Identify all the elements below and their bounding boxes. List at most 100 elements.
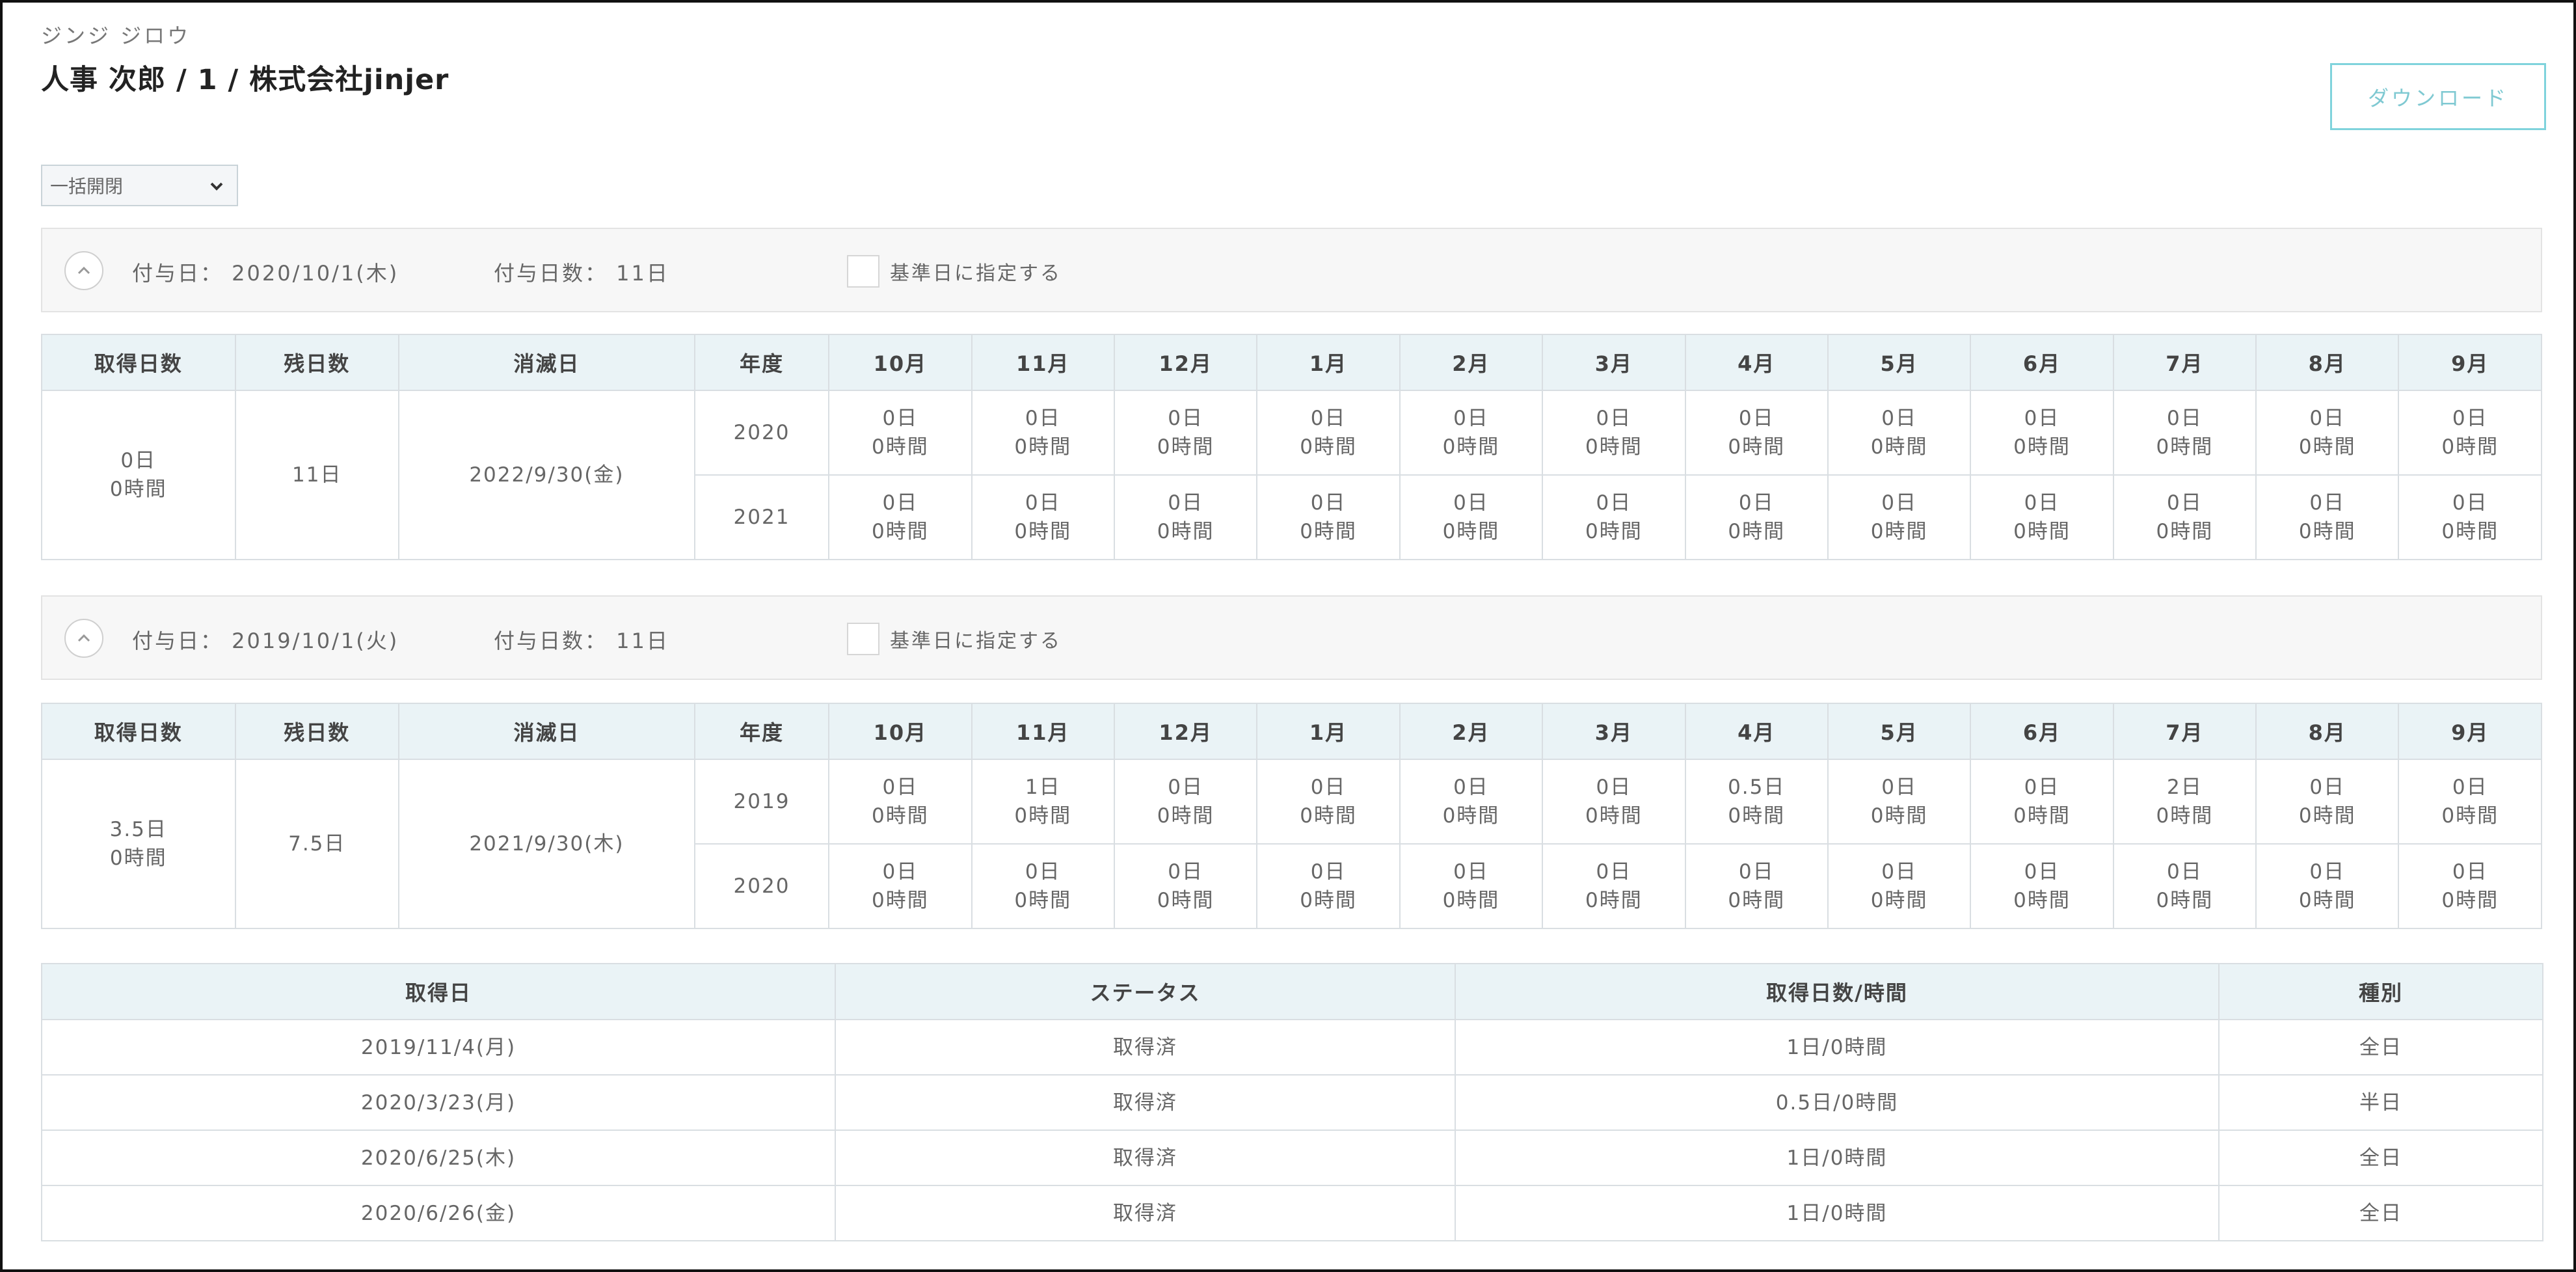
cell-hours: 0時間 bbox=[2441, 435, 2499, 459]
month-cell: 2日 0時間 bbox=[2112, 759, 2257, 845]
cell-days: 0日 bbox=[2167, 860, 2203, 884]
month-cell: 0日 0時間 bbox=[1256, 843, 1401, 929]
cell-days: 0日 bbox=[1168, 860, 1204, 884]
cell-hours: 0時間 bbox=[1014, 889, 1072, 912]
col-month: 12月 bbox=[1113, 703, 1258, 760]
month-cell: 0日 0時間 bbox=[1827, 843, 1972, 929]
set-base-date-label: 基準日に指定する bbox=[890, 262, 1062, 285]
cell-days: 0日 bbox=[1596, 407, 1632, 430]
cell-hours: 0時間 bbox=[1585, 889, 1643, 912]
month-cell: 0日 0時間 bbox=[1970, 843, 2114, 929]
year-cell: 2020 bbox=[693, 390, 830, 476]
history-status: 取得済 bbox=[835, 1185, 1456, 1241]
cell-hours: 0時間 bbox=[2013, 520, 2071, 543]
col-fiscal-year: 年度 bbox=[693, 334, 830, 391]
col-remaining: 残日数 bbox=[234, 703, 399, 760]
collapse-button[interactable] bbox=[64, 251, 103, 290]
cell-hours: 0時間 bbox=[1585, 520, 1643, 543]
cell-days: 0.5日 bbox=[1728, 776, 1786, 799]
cell-days: 0日 bbox=[2024, 407, 2060, 430]
month-cell: 0日 0時間 bbox=[828, 759, 973, 845]
col-month: 3月 bbox=[1542, 334, 1686, 391]
cell-hours: 0時間 bbox=[1442, 435, 1500, 459]
cell-hours: 0時間 bbox=[2298, 520, 2356, 543]
cell-days: 0日 bbox=[1738, 860, 1775, 884]
grant-year-row: 3.5日 0時間 7.5日 2021/9/30(木) 2019 0日 0時間 1日… bbox=[41, 759, 2542, 929]
history-header: 取得日 ステータス 取得日数/時間 種別 bbox=[41, 963, 2543, 1020]
col-month: 12月 bbox=[1113, 334, 1258, 391]
month-cell: 0日 0時間 bbox=[828, 843, 973, 929]
cell-hours: 0時間 bbox=[872, 435, 929, 459]
cell-hours: 0時間 bbox=[872, 889, 929, 912]
acquired-days: 3.5日 bbox=[109, 818, 167, 841]
month-cell: 0日 0時間 bbox=[1684, 474, 1829, 560]
col-fiscal-year: 年度 bbox=[693, 703, 830, 760]
grant-days: 付与日数： 11日 bbox=[494, 629, 669, 653]
download-button[interactable]: ダウンロード bbox=[2330, 63, 2546, 130]
set-base-date-label: 基準日に指定する bbox=[890, 630, 1062, 653]
history-days-hours: 1日/0時間 bbox=[1455, 1130, 2220, 1186]
month-cell: 0日 0時間 bbox=[2255, 474, 2400, 560]
cell-days: 0日 bbox=[2309, 407, 2346, 430]
month-cell: 0日 0時間 bbox=[2255, 843, 2400, 929]
col-month: 1月 bbox=[1256, 334, 1401, 391]
acquired-cell: 0日 0時間 bbox=[41, 390, 236, 560]
col-expiry: 消滅日 bbox=[397, 703, 695, 760]
month-cell: 0日 0時間 bbox=[2112, 474, 2257, 560]
col-days-hours: 取得日数/時間 bbox=[1455, 963, 2220, 1020]
year-cell: 2021 bbox=[693, 474, 830, 560]
month-cell: 0日 0時間 bbox=[1827, 474, 1972, 560]
cell-hours: 0時間 bbox=[2441, 804, 2499, 828]
acquired-days: 0日 bbox=[120, 449, 157, 472]
collapse-button[interactable] bbox=[64, 619, 103, 658]
set-base-date-checkbox[interactable] bbox=[847, 623, 879, 655]
cell-hours: 0時間 bbox=[1014, 520, 1072, 543]
col-month: 5月 bbox=[1827, 334, 1972, 391]
cell-days: 0日 bbox=[1025, 860, 1061, 884]
month-cell: 0日 0時間 bbox=[1113, 843, 1258, 929]
cell-hours: 0時間 bbox=[1870, 804, 1928, 828]
col-remaining: 残日数 bbox=[234, 334, 399, 391]
cell-hours: 0時間 bbox=[1300, 889, 1357, 912]
cell-hours: 0時間 bbox=[2298, 889, 2356, 912]
col-month: 2月 bbox=[1399, 334, 1544, 391]
month-cell: 0日 0時間 bbox=[1256, 474, 1401, 560]
cell-days: 0日 bbox=[1310, 407, 1347, 430]
col-type: 種別 bbox=[2218, 963, 2543, 1020]
col-acquired: 取得日数 bbox=[41, 703, 236, 760]
month-cell: 0日 0時間 bbox=[1542, 759, 1686, 845]
cell-hours: 0時間 bbox=[1442, 889, 1500, 912]
history-days-hours: 1日/0時間 bbox=[1455, 1185, 2220, 1241]
history-date: 2020/3/23(月) bbox=[41, 1074, 836, 1131]
chevron-down-icon bbox=[210, 182, 223, 191]
col-month: 10月 bbox=[828, 703, 973, 760]
cell-days: 0日 bbox=[1310, 491, 1347, 515]
month-cell: 1日 0時間 bbox=[971, 759, 1115, 845]
col-month: 5月 bbox=[1827, 703, 1972, 760]
cell-hours: 0時間 bbox=[1442, 804, 1500, 828]
month-cell: 0日 0時間 bbox=[1113, 759, 1258, 845]
cell-days: 0日 bbox=[1025, 407, 1061, 430]
set-base-date-checkbox[interactable] bbox=[847, 255, 879, 288]
month-cell: 0日 0時間 bbox=[1827, 390, 1972, 476]
history-days-hours: 1日/0時間 bbox=[1455, 1019, 2220, 1076]
history-row: 2020/6/25(木) 取得済 1日/0時間 全日 bbox=[41, 1130, 2543, 1186]
month-cell: 0日 0時間 bbox=[2398, 390, 2542, 476]
cell-days: 0日 bbox=[1881, 407, 1917, 430]
bulk-toggle-select[interactable]: 一括開閉 bbox=[41, 165, 238, 206]
col-month: 4月 bbox=[1684, 703, 1829, 760]
cell-hours: 0時間 bbox=[1157, 804, 1214, 828]
cell-days: 0日 bbox=[1738, 491, 1775, 515]
history-type: 全日 bbox=[2218, 1185, 2543, 1241]
acquired-hours: 0時間 bbox=[109, 846, 167, 870]
month-cell: 0日 0時間 bbox=[971, 390, 1115, 476]
cell-days: 0日 bbox=[1168, 776, 1204, 799]
cell-hours: 0時間 bbox=[1157, 520, 1214, 543]
grant-table: 取得日数 残日数 消滅日 年度 10月 11月 12月 1月 2月 3月 4月 … bbox=[41, 334, 2542, 560]
cell-hours: 0時間 bbox=[1870, 889, 1928, 912]
cell-hours: 0時間 bbox=[2156, 520, 2214, 543]
col-month: 6月 bbox=[1970, 334, 2114, 391]
cell-hours: 0時間 bbox=[1300, 520, 1357, 543]
cell-days: 0日 bbox=[1596, 860, 1632, 884]
month-cell: 0日 0時間 bbox=[2255, 390, 2400, 476]
